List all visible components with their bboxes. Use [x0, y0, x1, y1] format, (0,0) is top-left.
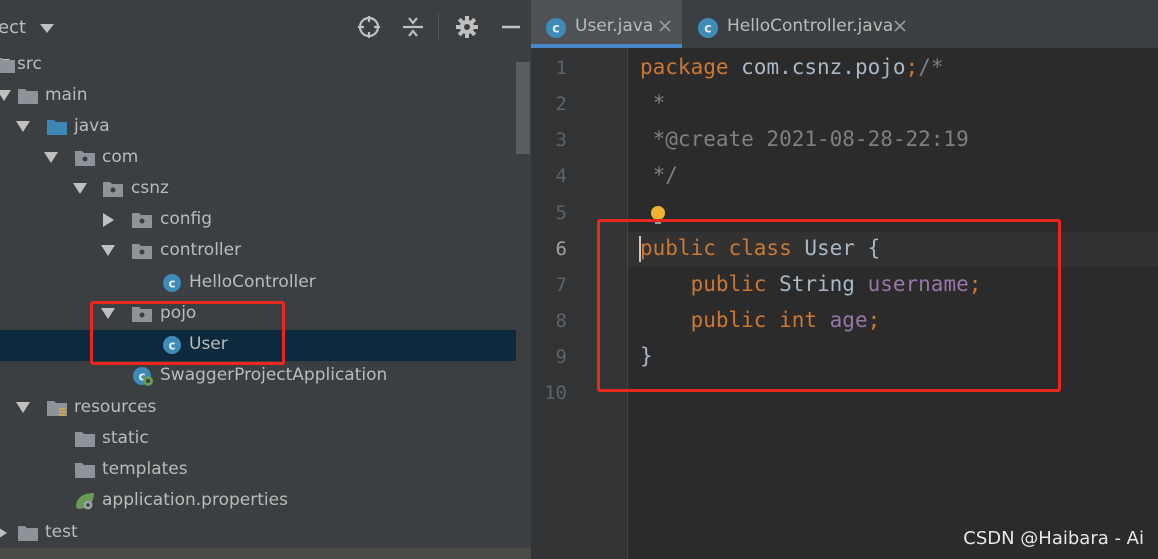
tree-item-label: src	[17, 54, 42, 74]
tree-item-label: resources	[74, 397, 157, 417]
tree-item-label: controller	[160, 240, 242, 260]
chevron-down-icon[interactable]	[101, 245, 115, 256]
tree-item-label: com	[102, 147, 139, 167]
locate-file-icon[interactable]	[357, 15, 381, 39]
code-line-2[interactable]: *	[640, 91, 666, 115]
package-icon	[75, 151, 95, 166]
line-number-current: 6	[555, 238, 567, 260]
tab-label: User.java	[575, 16, 654, 36]
line-number: 2	[555, 93, 567, 115]
resources-folder-icon	[47, 401, 67, 416]
close-icon[interactable]	[658, 19, 672, 33]
folder-icon	[75, 432, 95, 447]
code-comment: */	[640, 163, 678, 187]
minimize-icon[interactable]	[499, 15, 523, 39]
code-package-name: com.csnz.pojo	[728, 55, 906, 79]
code-keyword: package	[640, 55, 729, 79]
line-number: 1	[555, 57, 567, 79]
line-number: 10	[544, 382, 567, 404]
tree-item-hellocontroller[interactable]: c HelloController	[0, 268, 516, 299]
package-icon	[103, 182, 123, 197]
tab-user-java[interactable]: c User.java	[531, 0, 682, 48]
header-divider	[438, 14, 439, 40]
tree-item-label: main	[45, 85, 88, 105]
folder-icon	[75, 463, 95, 478]
folder-icon	[18, 89, 38, 104]
collapse-all-icon[interactable]	[401, 15, 425, 39]
annotation-box-pojo	[90, 301, 285, 365]
spring-boot-class-icon: c	[133, 367, 153, 386]
tree-item-templates[interactable]: templates	[0, 455, 516, 486]
annotation-box-code	[597, 219, 1061, 392]
chevron-down-icon[interactable]	[44, 152, 58, 163]
watermark: CSDN @Haibara - Ai	[963, 528, 1144, 549]
svg-text:c: c	[168, 277, 175, 291]
tree-item-label: test	[45, 522, 78, 542]
code-comment: *	[640, 91, 666, 115]
folder-icon	[18, 526, 38, 541]
tree-item-label: HelloController	[189, 272, 316, 292]
close-icon[interactable]	[893, 19, 907, 33]
editor: c User.java c HelloController.java 1 2 3…	[531, 0, 1158, 559]
line-number: 7	[555, 274, 567, 296]
chevron-right-icon[interactable]	[0, 526, 7, 540]
line-number: 8	[555, 310, 567, 332]
tree-item-label: application.properties	[102, 490, 288, 510]
line-number: 9	[555, 346, 567, 368]
tree-item-config[interactable]: config	[0, 205, 516, 236]
code-line-1[interactable]: package com.csnz.pojo;/*	[640, 55, 943, 79]
tree-item-application-properties[interactable]: application.properties	[0, 486, 516, 517]
tree-item-main[interactable]: main	[0, 81, 516, 112]
tree-item-label: java	[74, 116, 110, 136]
tree-item-label: static	[102, 428, 149, 448]
tree-scrollbar[interactable]	[516, 62, 530, 154]
line-number: 5	[555, 202, 567, 224]
tree-item-label: csnz	[131, 178, 169, 198]
class-icon: c	[546, 18, 566, 38]
tree-item-label: SwaggerProjectApplication	[160, 365, 388, 385]
chevron-down-icon[interactable]	[0, 90, 11, 101]
project-panel-header: ect	[0, 0, 531, 50]
code-comment: *@create 2021-08-28-22:19	[640, 127, 969, 151]
tab-hellocontroller-java[interactable]: c HelloController.java	[683, 0, 915, 48]
spring-properties-icon	[76, 493, 94, 510]
svg-text:c: c	[552, 22, 560, 37]
tree-item-label: templates	[102, 459, 188, 479]
project-panel-title[interactable]: ect	[0, 17, 26, 38]
class-icon: c	[698, 18, 718, 38]
line-number: 3	[555, 129, 567, 151]
tree-item-src[interactable]: src	[0, 50, 516, 81]
tab-label: HelloController.java	[727, 16, 894, 36]
tree-item-label: config	[160, 209, 213, 229]
svg-text:c: c	[704, 22, 712, 37]
package-icon	[132, 213, 152, 228]
code-line-4[interactable]: */	[640, 163, 678, 187]
class-icon: c	[163, 274, 181, 292]
code-comment: /*	[918, 55, 944, 79]
tree-item-static[interactable]: static	[0, 424, 516, 455]
code-line-3[interactable]: *@create 2021-08-28-22:19	[640, 127, 969, 151]
chevron-right-icon[interactable]	[103, 213, 114, 227]
chevron-down-icon[interactable]	[16, 402, 30, 413]
project-panel: ect src main java com csnz config contro…	[0, 0, 531, 559]
package-icon	[132, 244, 152, 259]
tree-bottom-strip	[0, 548, 531, 559]
folder-icon	[0, 58, 15, 73]
tree-item-csnz[interactable]: csnz	[0, 174, 516, 205]
tree-item-java[interactable]: java	[0, 112, 516, 143]
gear-icon[interactable]	[455, 15, 479, 39]
tree-item-com[interactable]: com	[0, 143, 516, 174]
editor-tab-bar: c User.java c HelloController.java	[531, 0, 1158, 48]
tree-item-test[interactable]: test	[0, 518, 516, 549]
source-folder-icon	[47, 120, 67, 135]
line-number: 4	[555, 165, 567, 187]
tree-item-swaggerprojectapplication[interactable]: c SwaggerProjectApplication	[0, 361, 516, 392]
tree-item-controller[interactable]: controller	[0, 236, 516, 267]
chevron-down-icon[interactable]	[40, 24, 54, 33]
code-semicolon: ;	[905, 55, 919, 79]
chevron-down-icon[interactable]	[16, 121, 30, 132]
chevron-down-icon[interactable]	[73, 183, 87, 194]
tree-item-resources[interactable]: resources	[0, 393, 516, 424]
